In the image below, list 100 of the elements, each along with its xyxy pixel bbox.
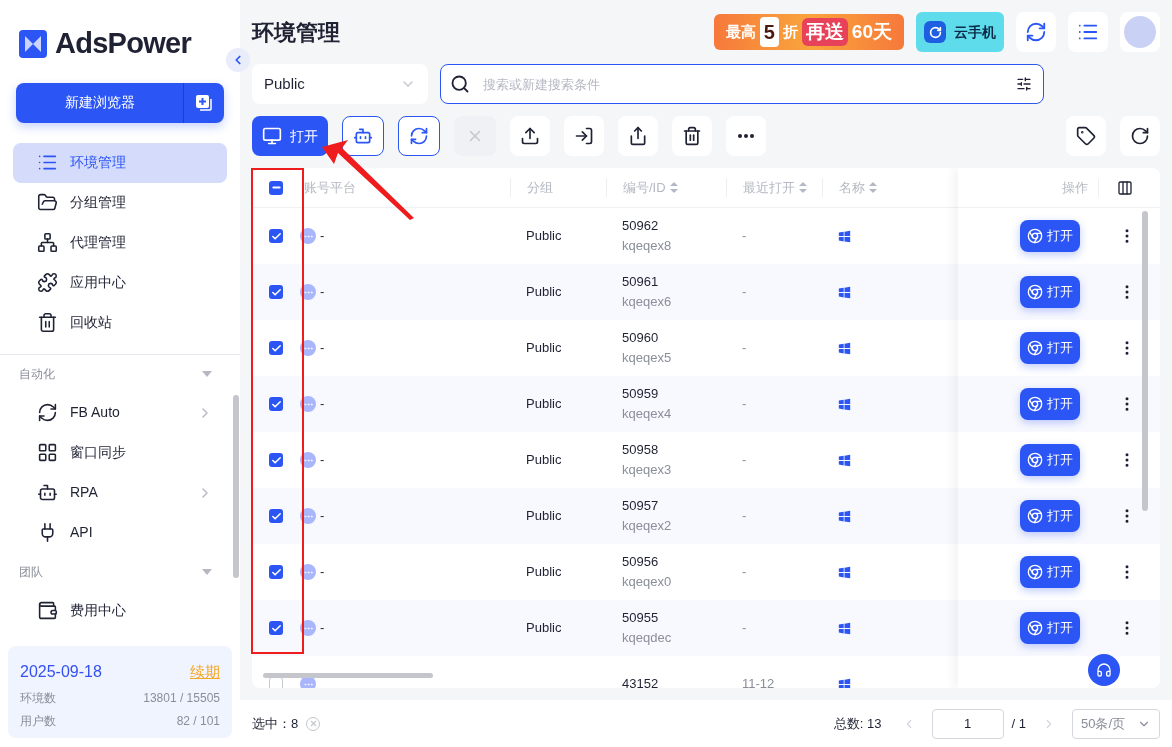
last-opened-cell: -	[742, 452, 747, 468]
refresh-button[interactable]	[1120, 116, 1160, 156]
nav-item[interactable]: 应用中心	[13, 262, 227, 303]
open-profile-button[interactable]: 打开	[1020, 332, 1080, 364]
serial-cell-text: kqeqex4	[622, 405, 673, 423]
nav-item[interactable]: 分组管理	[13, 182, 227, 223]
browser-icon	[1027, 228, 1043, 244]
filter-icon[interactable]	[1016, 76, 1032, 92]
robot-icon	[353, 126, 373, 146]
list-button[interactable]	[1068, 12, 1108, 52]
toolbar-button[interactable]	[726, 116, 766, 156]
browser-icon	[1027, 508, 1043, 524]
row-checkbox[interactable]	[269, 453, 283, 467]
nav-item[interactable]: RPA	[13, 472, 227, 513]
scrollbar[interactable]	[263, 673, 433, 678]
platform-text: -	[320, 563, 325, 582]
select-all-checkbox[interactable]	[269, 180, 283, 195]
open-profile-button[interactable]: 打开	[1020, 220, 1080, 252]
search-field[interactable]: 搜索或新建搜索条件	[440, 64, 1044, 104]
check-icon	[270, 398, 282, 410]
add-icon	[194, 92, 214, 113]
page-field[interactable]: 1	[931, 708, 1004, 739]
scrollbar[interactable]	[233, 395, 239, 578]
nav-icon	[37, 312, 58, 333]
sync-button[interactable]	[398, 116, 440, 156]
check-icon	[270, 454, 282, 466]
row-checkbox[interactable]	[269, 229, 283, 243]
headset-icon	[1096, 662, 1112, 678]
cloud-phone-button[interactable]: 云手机	[916, 12, 1004, 52]
row-checkbox[interactable]	[269, 621, 283, 635]
nav-icon	[37, 442, 58, 463]
group-cell: Public	[526, 340, 562, 356]
open-profile-button[interactable]: 打开	[1020, 556, 1080, 588]
nav-item[interactable]: FB Auto	[13, 392, 227, 433]
open-profile-button[interactable]: 打开	[1020, 276, 1080, 308]
collapse-button[interactable]	[226, 48, 250, 72]
browser-icon	[262, 126, 282, 146]
nav-item[interactable]: API	[13, 512, 227, 553]
scrollbar[interactable]	[1142, 211, 1148, 511]
group-cell: Public	[526, 620, 562, 636]
nav-item[interactable]: 费用中心	[13, 590, 227, 631]
row-checkbox[interactable]	[269, 341, 283, 355]
last-opened-cell: -	[742, 564, 747, 580]
page-size-select[interactable]: 50条/页	[1072, 708, 1160, 739]
serial-cell-text: kqeqex8	[622, 237, 673, 255]
stat-label: 用户数	[20, 713, 56, 730]
last-opened-cell: 11-12	[742, 676, 775, 688]
upgrade-button[interactable]	[1016, 12, 1056, 52]
group-cell: Public	[526, 452, 562, 468]
row-checkbox[interactable]	[269, 285, 283, 299]
column-header: 账号平台	[304, 178, 356, 197]
nav-item[interactable]: 环境管理	[13, 142, 227, 183]
nav-item[interactable]: 窗口同步	[13, 432, 227, 473]
tag-icon	[1076, 126, 1096, 146]
open-profile-button[interactable]: 打开	[1020, 388, 1080, 420]
last-opened-cell: -	[742, 508, 747, 524]
promo-banner[interactable]: 最高 5 折 再送 60天	[713, 14, 904, 50]
open-button[interactable]: 打开	[252, 116, 328, 156]
column-header: 分组	[527, 178, 553, 197]
page-total: / 1	[1011, 714, 1026, 733]
platform-text: -	[320, 451, 325, 470]
columns-icon[interactable]	[1117, 179, 1133, 196]
check-icon	[270, 622, 282, 634]
platform-text: -	[320, 507, 325, 526]
open-profile-button[interactable]: 打开	[1020, 500, 1080, 532]
check-icon	[270, 342, 282, 354]
open-profile-button[interactable]: 打开	[1020, 612, 1080, 644]
row-checkbox[interactable]	[269, 397, 283, 411]
toolbar-button[interactable]	[564, 116, 604, 156]
row-checkbox[interactable]	[269, 509, 283, 523]
windows-icon	[838, 285, 851, 299]
browser-icon	[1027, 284, 1043, 300]
promo-text: 60天	[851, 19, 892, 44]
serial-cell-text: kqeqex3	[622, 461, 673, 479]
last-opened-cell: -	[742, 620, 747, 636]
id-cell-text: 50956	[622, 553, 660, 571]
toolbar-button[interactable]	[618, 116, 658, 156]
column-header: 操作	[1061, 178, 1089, 197]
id-cell-text: 50959	[622, 385, 660, 403]
row-checkbox[interactable]	[269, 565, 283, 579]
robot-button[interactable]	[342, 116, 384, 156]
total-count: 总数: 13	[833, 714, 882, 733]
nav-icon	[37, 272, 58, 293]
promo-text: 5	[759, 17, 779, 47]
browser-icon	[1027, 620, 1043, 636]
refresh-icon	[1130, 126, 1150, 146]
toolbar-button[interactable]	[672, 116, 712, 156]
nav-icon	[37, 600, 58, 621]
tag-button[interactable]	[1066, 116, 1106, 156]
nav-item[interactable]: 回收站	[13, 302, 227, 343]
open-profile-button[interactable]: 打开	[1020, 444, 1080, 476]
toolbar-button[interactable]	[510, 116, 550, 156]
section-title: 自动化	[19, 365, 55, 383]
expiry-date: 2025-09-18	[20, 662, 102, 682]
id-cell-text: 43152	[622, 675, 660, 688]
last-opened-cell: -	[742, 340, 747, 356]
selected-count: 选中：8	[252, 714, 299, 733]
group-select[interactable]: Public	[252, 64, 428, 104]
more-icon	[738, 134, 754, 138]
nav-item[interactable]: 代理管理	[13, 222, 227, 263]
